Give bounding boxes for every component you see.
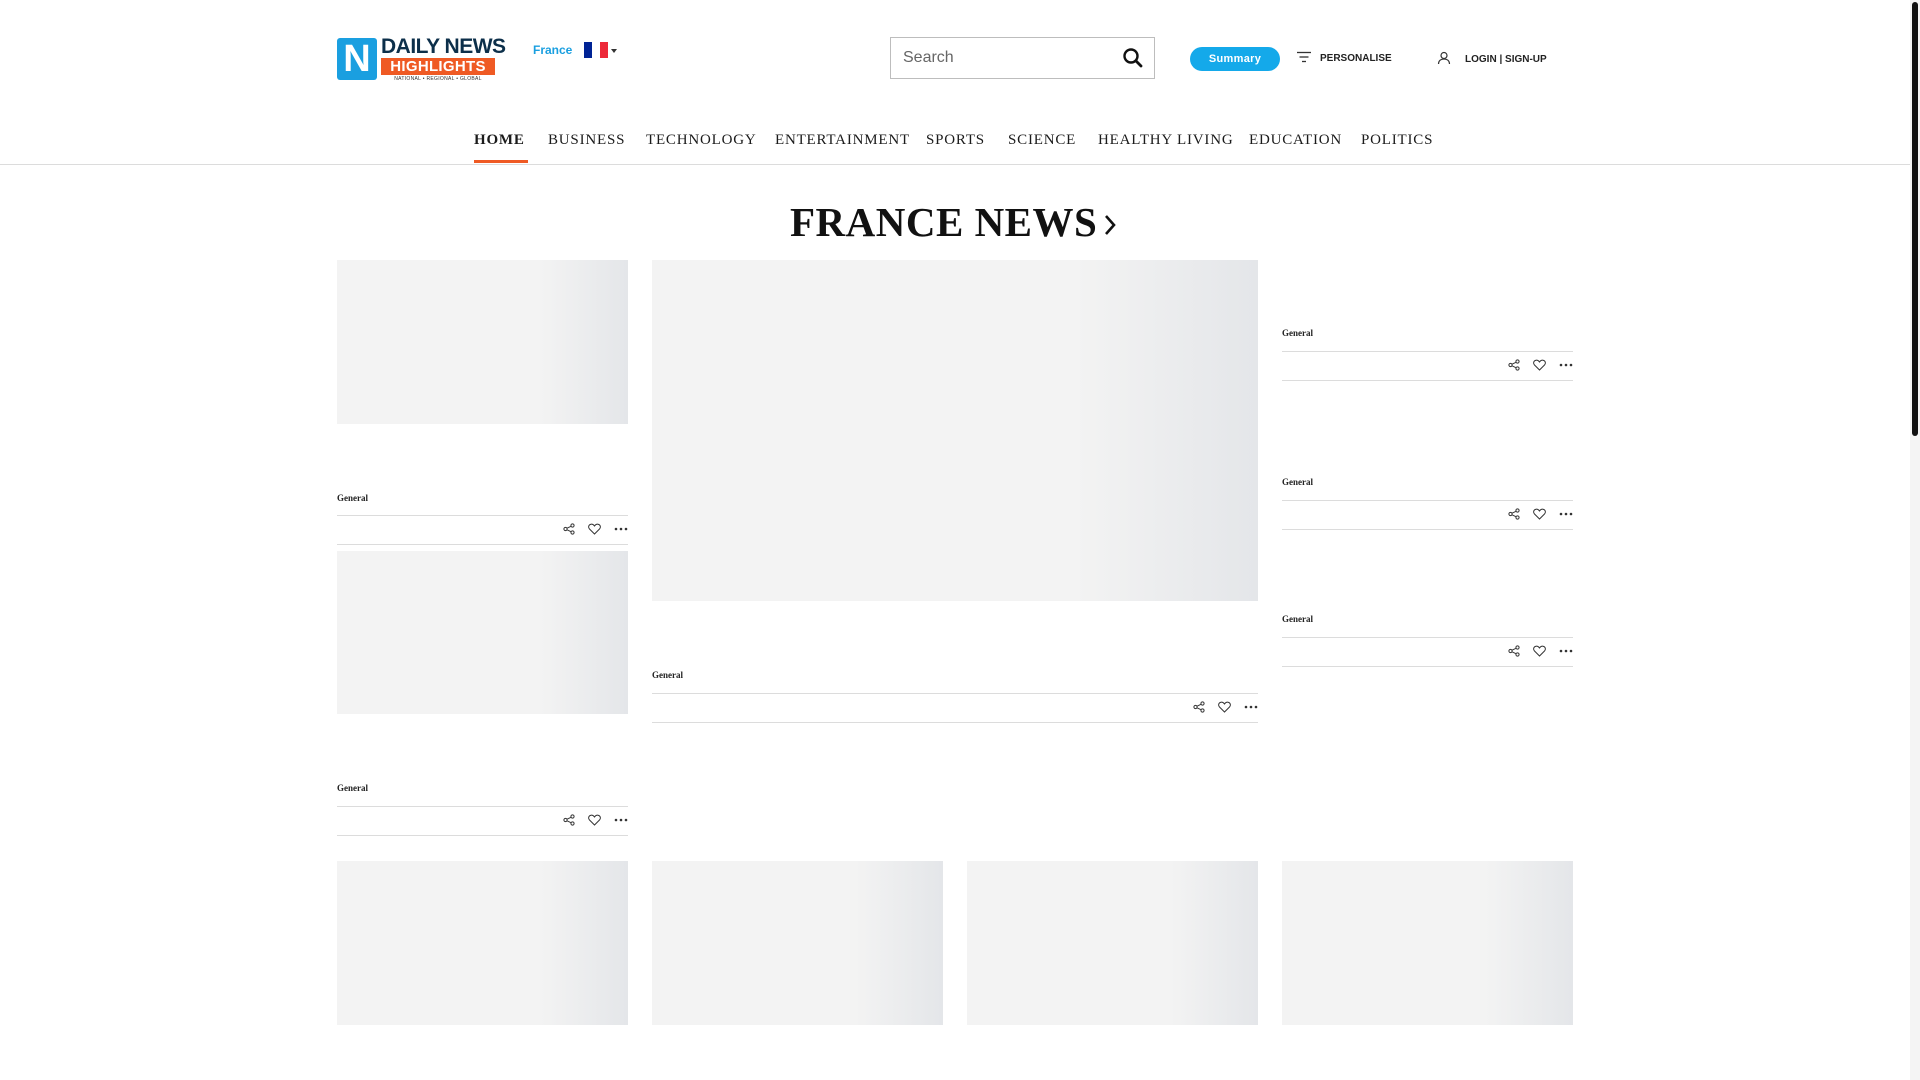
article-image-placeholder[interactable] xyxy=(652,861,943,1025)
article-action-bar xyxy=(1282,500,1573,530)
summary-button[interactable]: Summary xyxy=(1190,47,1280,71)
france-flag-icon[interactable] xyxy=(584,42,608,58)
share-icon[interactable] xyxy=(563,814,575,826)
heart-icon[interactable] xyxy=(1218,701,1231,713)
more-icon[interactable] xyxy=(1244,705,1258,709)
nav-item-entertainment[interactable]: ENTERTAINMENT xyxy=(775,132,910,149)
article-category[interactable]: General xyxy=(652,670,683,680)
article-action-bar xyxy=(337,515,628,545)
nav-active-indicator xyxy=(474,160,528,163)
heart-icon[interactable] xyxy=(588,814,601,826)
logo-tagline: NATIONAL • REGIONAL • GLOBAL xyxy=(394,76,482,82)
article-category[interactable]: General xyxy=(1282,328,1313,338)
user-icon xyxy=(1437,51,1451,68)
article-action-bar xyxy=(337,806,628,836)
nav-item-healthy-living[interactable]: HEALTHY LIVING xyxy=(1098,132,1234,149)
article-action-bar xyxy=(1282,351,1573,381)
personalise-button[interactable]: PERSONALISE xyxy=(1296,51,1392,66)
more-icon[interactable] xyxy=(614,527,628,531)
nav-item-home[interactable]: HOME xyxy=(474,132,525,149)
filter-icon xyxy=(1296,51,1312,66)
more-icon[interactable] xyxy=(1559,512,1573,516)
chevron-right-icon[interactable] xyxy=(1101,212,1119,238)
logo-line1: DAILY NEWS xyxy=(381,35,506,58)
article-category[interactable]: General xyxy=(1282,477,1313,487)
more-icon[interactable] xyxy=(1559,363,1573,367)
heart-icon[interactable] xyxy=(1533,645,1546,657)
search-icon[interactable] xyxy=(1122,47,1144,69)
country-selector-label[interactable]: France xyxy=(533,43,572,57)
main-nav: HOME BUSINESS TECHNOLOGY ENTERTAINMENT S… xyxy=(0,124,1910,165)
search-input[interactable] xyxy=(891,38,1111,78)
featured-article-image-placeholder[interactable] xyxy=(652,260,1258,601)
share-icon[interactable] xyxy=(563,523,575,535)
logo-line2: HIGHLIGHTS xyxy=(381,58,495,75)
article-image-placeholder[interactable] xyxy=(967,861,1258,1025)
nav-item-sports[interactable]: SPORTS xyxy=(926,132,985,149)
section-title[interactable]: FRANCE NEWS xyxy=(790,198,1097,246)
caret-down-icon[interactable] xyxy=(611,49,617,53)
article-category[interactable]: General xyxy=(337,783,368,793)
article-category[interactable]: General xyxy=(1282,614,1313,624)
article-image-placeholder[interactable] xyxy=(337,551,628,714)
more-icon[interactable] xyxy=(1559,649,1573,653)
nav-item-politics[interactable]: POLITICS xyxy=(1361,132,1433,149)
article-image-placeholder[interactable] xyxy=(337,260,628,424)
share-icon[interactable] xyxy=(1508,359,1520,371)
nav-item-technology[interactable]: TECHNOLOGY xyxy=(646,132,757,149)
nav-item-science[interactable]: SCIENCE xyxy=(1008,132,1076,149)
site-logo[interactable]: N DAILY NEWS HIGHLIGHTS NATIONAL • REGIO… xyxy=(337,36,506,84)
share-icon[interactable] xyxy=(1508,645,1520,657)
nav-item-business[interactable]: BUSINESS xyxy=(548,132,625,149)
article-image-placeholder[interactable] xyxy=(337,861,628,1025)
logo-mark: N xyxy=(337,38,377,80)
article-action-bar xyxy=(652,693,1258,723)
more-icon[interactable] xyxy=(614,818,628,822)
heart-icon[interactable] xyxy=(588,523,601,535)
heart-icon[interactable] xyxy=(1533,359,1546,371)
login-signup-button[interactable]: LOGIN | SIGN-UP xyxy=(1437,51,1547,68)
share-icon[interactable] xyxy=(1508,508,1520,520)
article-category[interactable]: General xyxy=(337,493,368,503)
heart-icon[interactable] xyxy=(1533,508,1546,520)
page-scrollbar[interactable] xyxy=(1910,0,1920,1080)
search-box xyxy=(890,37,1155,79)
nav-item-education[interactable]: EDUCATION xyxy=(1249,132,1342,149)
share-icon[interactable] xyxy=(1193,701,1205,713)
scrollbar-thumb[interactable] xyxy=(1912,2,1918,436)
article-image-placeholder[interactable] xyxy=(1282,861,1573,1025)
article-action-bar xyxy=(1282,637,1573,667)
login-label: LOGIN | SIGN-UP xyxy=(1465,54,1547,65)
personalise-label: PERSONALISE xyxy=(1320,53,1392,64)
